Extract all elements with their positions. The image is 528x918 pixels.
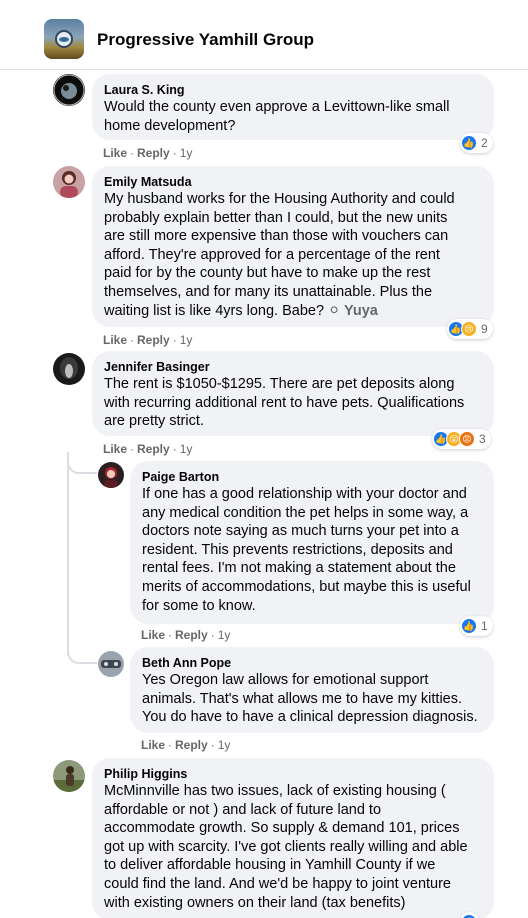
- avatar-image: [98, 651, 124, 677]
- thread-line: [67, 452, 69, 656]
- avatar[interactable]: [98, 651, 124, 677]
- comment-feed: Laura S. King Would the county even appr…: [0, 70, 528, 918]
- reply-link[interactable]: Reply: [137, 333, 170, 347]
- comment-author[interactable]: Philip Higgins: [104, 766, 482, 782]
- like-reaction-icon: 👍: [461, 914, 477, 918]
- avatar-image: [53, 166, 85, 198]
- comment-text: The rent is $1050-$1295. There are pet d…: [104, 376, 465, 430]
- comment-text: If one has a good relationship with your…: [142, 486, 471, 614]
- like-reaction-icon: 👍: [461, 135, 477, 151]
- timestamp[interactable]: 1y: [218, 628, 231, 642]
- comment-author[interactable]: Jennifer Basinger: [104, 359, 482, 375]
- avatar[interactable]: [53, 166, 85, 198]
- like-link[interactable]: Like: [141, 738, 165, 752]
- comment-text: Would the county even approve a Levittow…: [104, 99, 450, 134]
- comment-author[interactable]: Beth Ann Pope: [142, 655, 482, 671]
- reaction-summary[interactable]: 👍 2: [460, 133, 493, 153]
- reaction-count: 3: [479, 432, 486, 446]
- comment-actions: Like · Reply · 1y: [141, 738, 231, 752]
- reaction-summary[interactable]: 👍 😢 9: [447, 319, 493, 339]
- comment-actions: Like · Reply · 1y: [103, 146, 193, 160]
- group-name[interactable]: Progressive Yamhill Group: [97, 30, 314, 50]
- group-logo-icon: [55, 30, 73, 48]
- timestamp[interactable]: 1y: [218, 738, 231, 752]
- comment-bubble: Emily Matsuda My husband works for the H…: [92, 166, 494, 327]
- reaction-summary[interactable]: 👍 1: [460, 616, 493, 636]
- timestamp[interactable]: 1y: [180, 146, 193, 160]
- comment-author[interactable]: Paige Barton: [142, 469, 482, 485]
- comment-bubble: Philip Higgins McMinnville has two issue…: [92, 758, 494, 918]
- timestamp[interactable]: 1y: [180, 442, 193, 456]
- reply-link[interactable]: Reply: [137, 146, 170, 160]
- avatar[interactable]: [53, 760, 85, 792]
- group-header: Progressive Yamhill Group: [0, 0, 528, 70]
- comment-text: My husband works for the Housing Authori…: [104, 190, 482, 320]
- avatar[interactable]: [53, 74, 85, 106]
- timestamp[interactable]: 1y: [180, 333, 193, 347]
- reply-link[interactable]: Reply: [175, 738, 208, 752]
- comment-text: McMinnville has two issues, lack of exis…: [104, 783, 468, 911]
- comment-bubble: Laura S. King Would the county even appr…: [92, 74, 494, 140]
- comment-body: My husband works for the Housing Authori…: [104, 191, 455, 319]
- tagged-user-name[interactable]: Yuya: [344, 303, 378, 319]
- avatar-image: [53, 760, 85, 792]
- comment-text: Yes Oregon law allows for emotional supp…: [142, 672, 478, 726]
- reaction-count: 2: [481, 136, 488, 150]
- thread-connector: [67, 452, 97, 474]
- reaction-count: 1: [481, 619, 488, 633]
- avatar[interactable]: [98, 462, 124, 488]
- tagged-user[interactable]: ⚪︎ Yuya: [328, 303, 378, 319]
- thread-connector: [67, 640, 97, 664]
- comment-actions: Like · Reply · 1y: [141, 628, 231, 642]
- reaction-count: 9: [481, 322, 488, 336]
- angry-reaction-icon: 😡: [459, 431, 475, 447]
- comment-actions: Like · Reply · 1y: [103, 442, 193, 456]
- reply-link[interactable]: Reply: [175, 628, 208, 642]
- like-link[interactable]: Like: [103, 146, 127, 160]
- comment-bubble: Jennifer Basinger The rent is $1050-$129…: [92, 351, 494, 436]
- avatar-image: [53, 74, 85, 106]
- avatar-image: [98, 462, 124, 488]
- reply-bubble: Paige Barton If one has a good relations…: [130, 461, 494, 624]
- avatar[interactable]: [53, 353, 85, 385]
- like-reaction-icon: 👍: [461, 618, 477, 634]
- like-link[interactable]: Like: [141, 628, 165, 642]
- avatar-image: [53, 353, 85, 385]
- like-link[interactable]: Like: [103, 442, 127, 456]
- reply-link[interactable]: Reply: [137, 442, 170, 456]
- comment-author[interactable]: Emily Matsuda: [104, 174, 482, 190]
- comment-actions: Like · Reply · 1y: [103, 333, 193, 347]
- reply-bubble: Beth Ann Pope Yes Oregon law allows for …: [130, 647, 494, 733]
- like-link[interactable]: Like: [103, 333, 127, 347]
- comment-author[interactable]: Laura S. King: [104, 82, 482, 98]
- group-avatar[interactable]: [44, 19, 84, 59]
- sad-reaction-icon: 😢: [461, 321, 477, 337]
- reaction-summary[interactable]: 👍 😮 😡 3: [432, 429, 491, 449]
